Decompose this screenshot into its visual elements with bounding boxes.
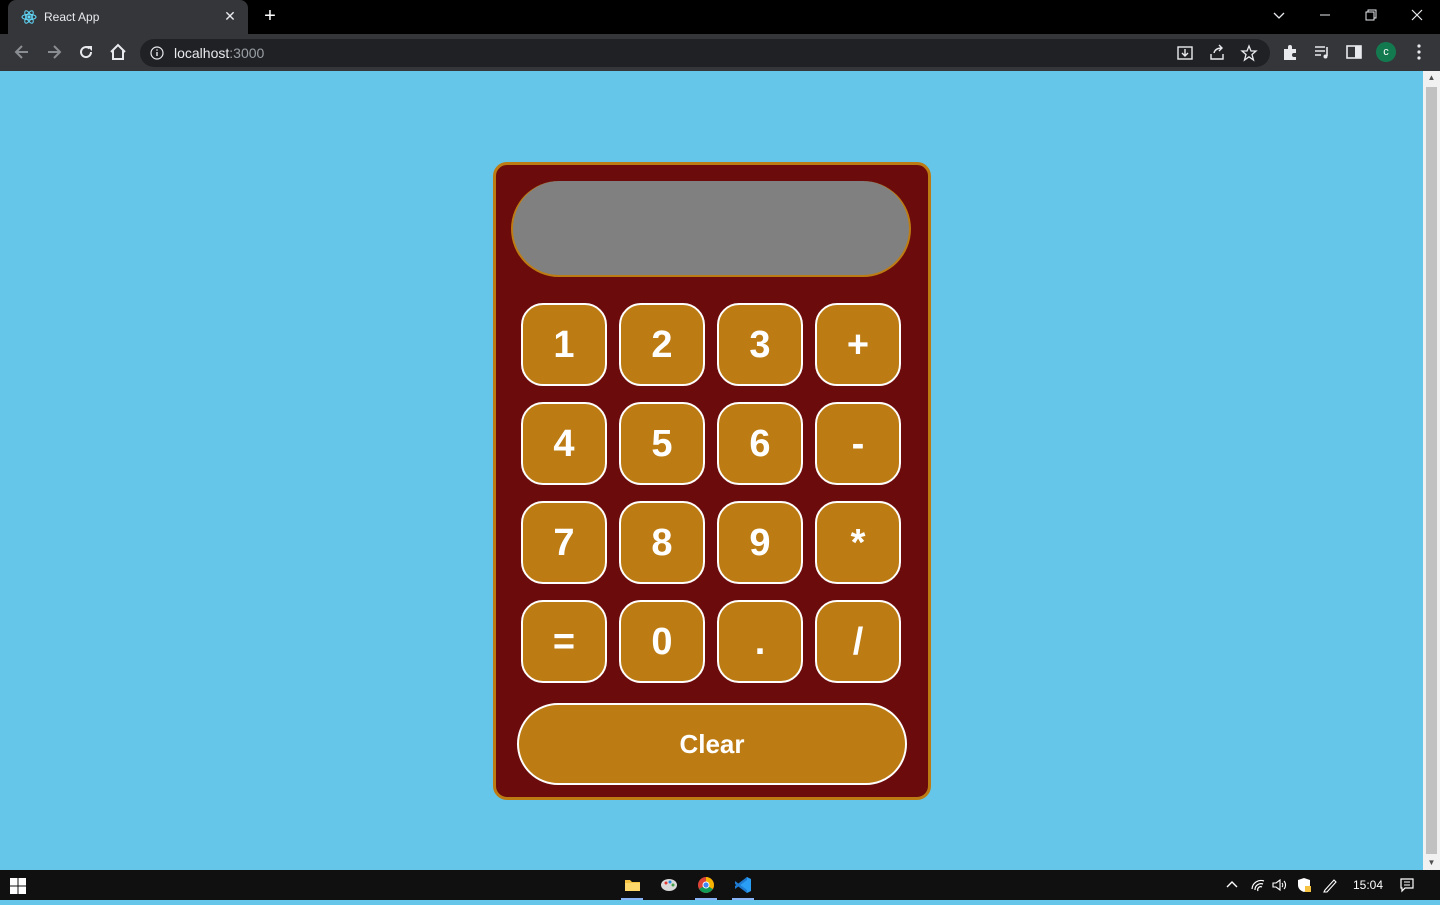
browser-tab[interactable]: React App ✕ xyxy=(8,0,248,34)
browser-toolbar: localhost:3000 c xyxy=(0,34,1440,71)
key-multiply[interactable]: * xyxy=(815,501,901,584)
site-info-icon[interactable] xyxy=(150,46,164,60)
back-icon[interactable] xyxy=(12,42,32,62)
key-divide[interactable]: / xyxy=(815,600,901,683)
show-hidden-icons-icon[interactable] xyxy=(1224,877,1240,893)
windows-taskbar: 15:04 xyxy=(0,870,1440,900)
key-plus[interactable]: + xyxy=(815,303,901,386)
menu-kebab-icon[interactable] xyxy=(1410,43,1428,61)
forward-icon[interactable] xyxy=(44,42,64,62)
key-3[interactable]: 3 xyxy=(717,303,803,386)
bookmark-star-icon[interactable] xyxy=(1240,44,1258,62)
paint-app-icon[interactable] xyxy=(654,870,684,900)
close-window-button[interactable] xyxy=(1394,0,1440,30)
windows-start-icon[interactable] xyxy=(10,878,26,894)
key-4[interactable]: 4 xyxy=(521,402,607,485)
share-icon[interactable] xyxy=(1208,44,1226,62)
key-2[interactable]: 2 xyxy=(619,303,705,386)
taskbar-clock[interactable]: 15:04 xyxy=(1353,878,1383,892)
url-host: localhost xyxy=(174,45,230,61)
tab-title: React App xyxy=(44,10,100,24)
react-logo-icon xyxy=(21,10,37,24)
tab-strip: React App ✕ + xyxy=(0,0,1440,34)
close-tab-icon[interactable]: ✕ xyxy=(222,8,238,24)
page-scrollbar[interactable]: ▲ ▼ xyxy=(1423,71,1440,870)
key-8[interactable]: 8 xyxy=(619,501,705,584)
chrome-icon[interactable] xyxy=(691,870,721,900)
scrollbar-thumb[interactable] xyxy=(1426,87,1437,854)
calculator: 1 2 3 + 4 5 6 - 7 8 9 * = 0 . / Clear xyxy=(493,162,931,800)
pen-icon[interactable] xyxy=(1322,877,1338,893)
clear-button[interactable]: Clear xyxy=(517,703,907,785)
key-9[interactable]: 9 xyxy=(717,501,803,584)
key-decimal[interactable]: . xyxy=(717,600,803,683)
key-equals[interactable]: = xyxy=(521,600,607,683)
key-6[interactable]: 6 xyxy=(717,402,803,485)
key-1[interactable]: 1 xyxy=(521,303,607,386)
volume-icon[interactable] xyxy=(1271,877,1287,893)
notifications-icon[interactable] xyxy=(1399,877,1415,893)
restore-button[interactable] xyxy=(1348,0,1394,30)
side-panel-icon[interactable] xyxy=(1345,43,1363,61)
url-text: localhost:3000 xyxy=(174,46,264,60)
security-shield-icon[interactable] xyxy=(1296,877,1312,893)
scroll-up-arrow-icon[interactable]: ▲ xyxy=(1423,71,1440,85)
home-icon[interactable] xyxy=(108,42,128,62)
profile-avatar[interactable]: c xyxy=(1376,42,1396,62)
scroll-down-arrow-icon[interactable]: ▼ xyxy=(1423,856,1440,870)
minimize-button[interactable] xyxy=(1302,0,1348,30)
calculator-display xyxy=(511,181,911,277)
vscode-icon[interactable] xyxy=(728,870,758,900)
url-port: :3000 xyxy=(229,45,265,61)
new-tab-button[interactable]: + xyxy=(260,6,280,26)
media-controls-icon[interactable] xyxy=(1313,43,1331,61)
network-icon[interactable] xyxy=(1250,877,1266,893)
file-explorer-icon[interactable] xyxy=(617,870,647,900)
key-5[interactable]: 5 xyxy=(619,402,705,485)
reload-icon[interactable] xyxy=(76,42,96,62)
address-bar[interactable]: localhost:3000 xyxy=(140,39,1270,67)
key-minus[interactable]: - xyxy=(815,402,901,485)
extensions-icon[interactable] xyxy=(1281,43,1299,61)
key-0[interactable]: 0 xyxy=(619,600,705,683)
install-icon[interactable] xyxy=(1176,44,1194,62)
key-7[interactable]: 7 xyxy=(521,501,607,584)
tab-search-icon[interactable] xyxy=(1256,0,1302,30)
